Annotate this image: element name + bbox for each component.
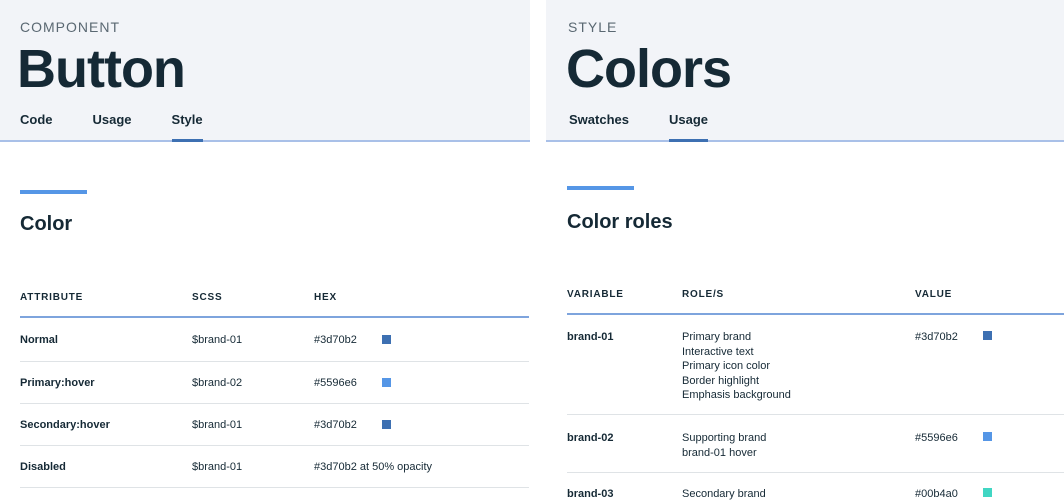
table-cell-hex: #3d70b2 [314,334,357,346]
column-header-hex: HEX [314,292,337,303]
row-divider [20,403,529,404]
color-swatch [382,378,391,387]
table-cell-attribute: Normal [20,334,58,346]
column-header-roles: ROLE/S [682,289,725,300]
button-page-header: COMPONENT Button Code Usage Style [0,0,530,142]
section-title: Color [20,213,73,235]
role-line: Interactive text [682,345,754,358]
row-divider [567,472,1064,473]
column-header-value: VALUE [915,289,953,300]
column-header-scss: SCSS [192,292,223,303]
role-line: brand-01 hover [682,446,757,459]
table-cell-variable: brand-03 [567,488,614,500]
tab-bar: Swatches Usage [569,112,748,142]
tab-usage[interactable]: Usage [668,112,709,142]
table-header-divider [567,313,1064,315]
table-cell-roles: Supporting brand brand-01 hover [682,431,766,460]
row-divider [20,361,529,362]
role-line: Primary icon color [682,360,771,373]
table-cell-attribute: Disabled [20,461,66,473]
button-style-panel: COMPONENT Button Code Usage Style Color … [0,0,530,502]
row-divider [20,445,529,446]
role-line: Border highlight [682,374,760,387]
section-accent-bar [567,186,634,190]
section-accent-bar [20,190,87,194]
color-swatch [983,331,992,340]
column-header-variable: VARIABLE [567,289,624,300]
color-swatch [382,420,391,429]
page-title: Button [17,39,186,99]
page-eyebrow: STYLE [568,19,618,35]
color-swatch [382,335,391,344]
color-swatch [983,432,992,441]
table-cell-roles: Primary brand Interactive text Primary i… [682,330,791,403]
row-divider [20,487,529,488]
row-divider [567,414,1064,415]
table-cell-scss: $brand-01 [192,419,243,431]
tab-bar: Code Usage Style [20,112,243,142]
table-header-divider [20,316,529,318]
role-line: Emphasis background [682,389,791,402]
table-cell-scss: $brand-01 [192,461,243,473]
table-cell-hex: #5596e6 [314,377,357,389]
table-cell-value: #3d70b2 [915,331,958,343]
colors-usage-panel: STYLE Colors Swatches Usage Color roles … [546,0,1064,502]
color-swatch [983,488,992,497]
role-line: Supporting brand [682,432,767,444]
table-cell-hex: #3d70b2 at 50% opacity [314,461,433,473]
table-cell-value: #5596e6 [915,432,958,444]
role-line: Secondary brand [682,488,766,500]
table-cell-roles: Secondary brand [682,487,766,501]
column-header-attribute: ATTRIBUTE [20,292,84,303]
role-line: Primary brand [682,331,752,343]
table-cell-variable: brand-02 [567,432,614,444]
table-cell-attribute: Secondary:hover [20,419,110,431]
tab-style[interactable]: Style [171,112,203,142]
page-title: Colors [566,39,732,99]
table-cell-attribute: Primary:hover [20,377,95,389]
tab-usage[interactable]: Usage [93,112,132,142]
section-title: Color roles [567,211,673,233]
table-cell-scss: $brand-02 [192,377,243,389]
table-cell-variable: brand-01 [567,331,614,343]
colors-page-header: STYLE Colors Swatches Usage [546,0,1064,142]
table-cell-scss: $brand-01 [192,334,243,346]
tab-code[interactable]: Code [20,112,53,142]
page-eyebrow: COMPONENT [20,19,120,35]
table-cell-value: #00b4a0 [915,488,958,500]
table-cell-hex: #3d70b2 [314,419,357,431]
tab-swatches[interactable]: Swatches [569,112,629,142]
